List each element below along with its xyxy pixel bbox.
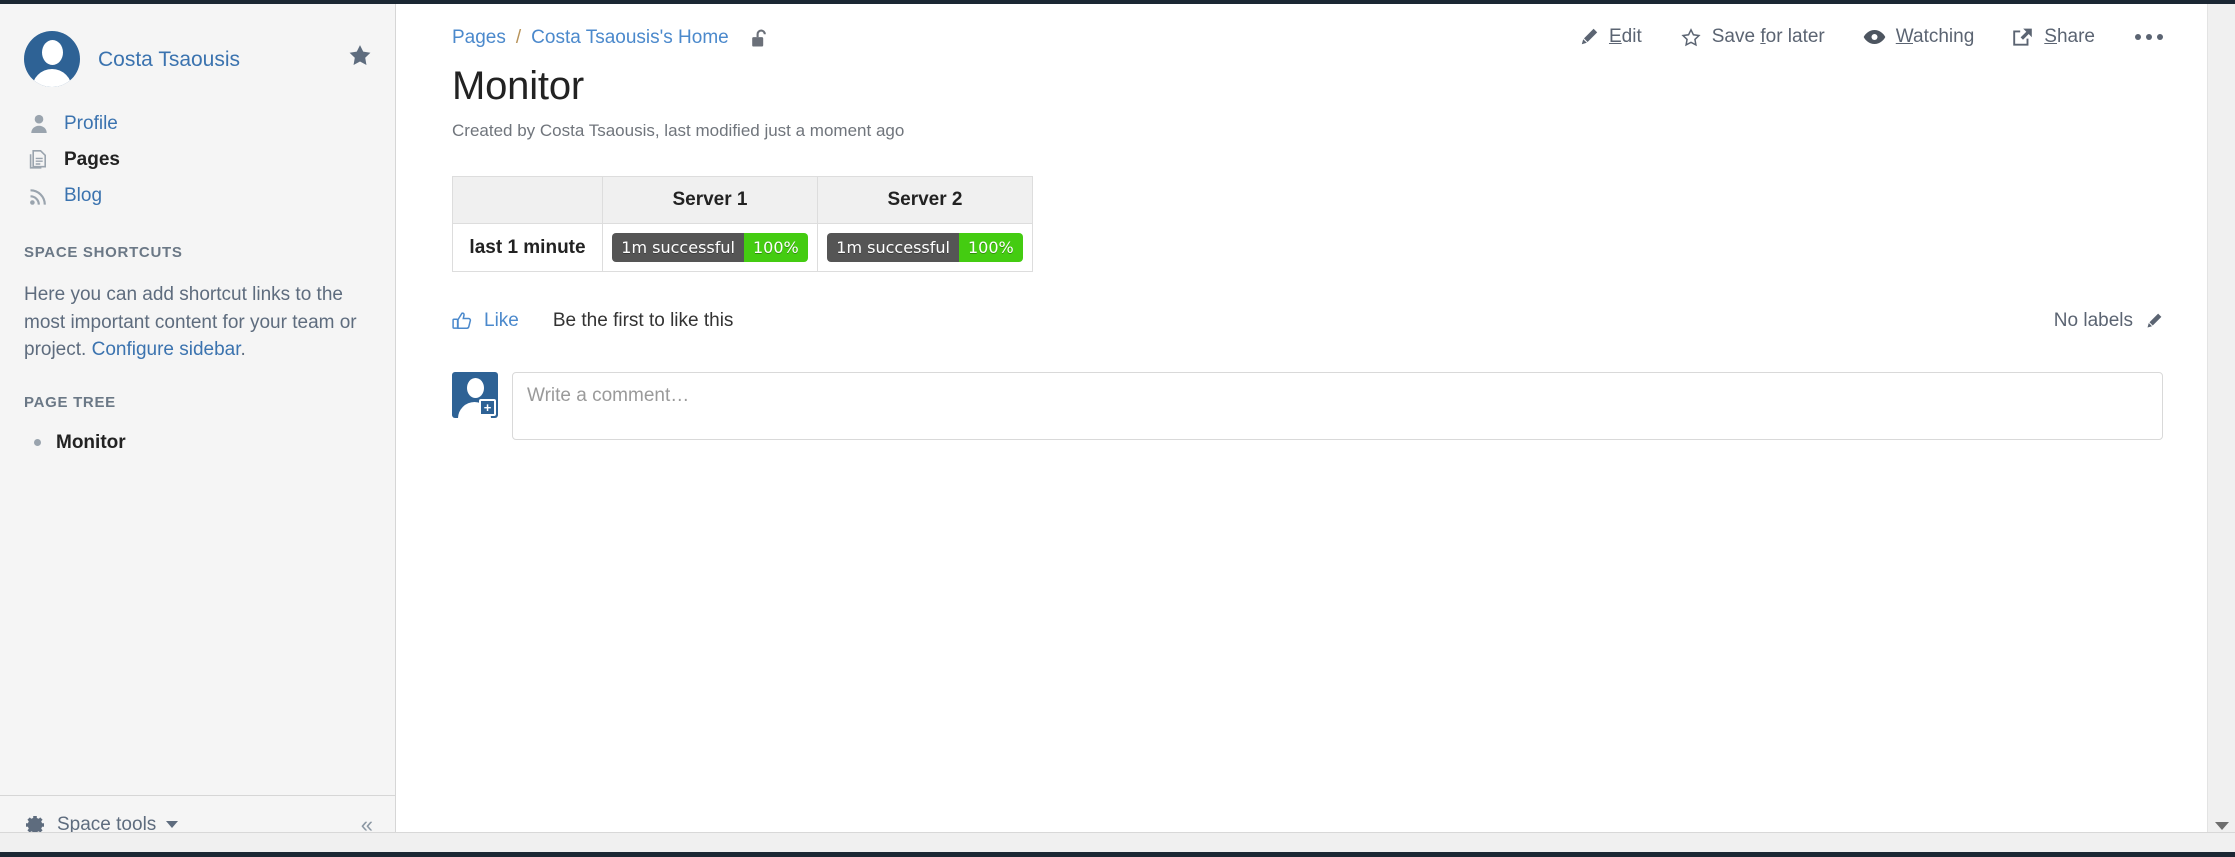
badge-value: 100% — [743, 233, 808, 262]
sidebar-item-label: Pages — [64, 149, 120, 170]
ellipsis-dot — [2157, 34, 2163, 40]
sidebar-item-pages[interactable]: Pages — [0, 142, 395, 178]
unlocked-padlock-icon[interactable] — [751, 28, 770, 49]
row-label-last-1-minute: last 1 minute — [452, 223, 603, 272]
status-badge: 1m successful 100% — [827, 233, 1023, 262]
sidebar-item-blog[interactable]: Blog — [0, 178, 395, 214]
table-header-blank — [452, 176, 603, 224]
eye-icon — [1863, 29, 1886, 45]
pencil-icon — [1579, 27, 1599, 47]
thumbs-up-icon — [452, 311, 473, 331]
save-rest: or later — [1765, 26, 1825, 47]
sidebar-header: Costa Tsaousis — [0, 4, 395, 90]
page-tree-item-label: Monitor — [56, 431, 126, 453]
cell-server-1: 1m successful 100% — [602, 223, 818, 272]
shortcuts-text-after: . — [240, 339, 246, 361]
user-avatar-round-icon — [24, 31, 80, 87]
table-header-server-1: Server 1 — [602, 176, 818, 224]
space-sidebar: Costa Tsaousis Profile Pages Blog SPACE … — [0, 4, 396, 852]
table-header-server-2: Server 2 — [817, 176, 1033, 224]
person-icon — [26, 113, 52, 135]
table-header-row: Server 1 Server 2 — [452, 176, 1033, 224]
table-row: last 1 minute 1m successful 100% 1m succ… — [452, 223, 1033, 272]
table-head: Server 1 Server 2 — [452, 176, 1033, 224]
vertical-scrollbar[interactable] — [2207, 4, 2235, 837]
sidebar-item-label: Blog — [64, 185, 103, 206]
like-label: Like — [484, 310, 519, 331]
save-pre: Save — [1711, 26, 1761, 47]
watching-button[interactable]: Watching — [1863, 26, 1975, 48]
more-actions-button[interactable] — [2135, 34, 2163, 40]
page-content: Pages / Costa Tsaousis's Home Monitor Cr… — [397, 4, 2207, 832]
save-for-later-label: Save for later — [1712, 26, 1825, 48]
ellipsis-dot — [2146, 34, 2152, 40]
space-shortcuts-description: Here you can add shortcut links to the m… — [24, 281, 371, 364]
user-avatar-square-add-icon: + — [452, 372, 498, 418]
edit-button[interactable]: Edit — [1579, 26, 1642, 48]
bullet-icon — [34, 439, 41, 447]
edit-accesskey: E — [1608, 26, 1622, 47]
comment-composer: + — [452, 372, 2207, 440]
share-button[interactable]: Share — [2012, 26, 2095, 48]
breadcrumb-item-home[interactable]: Costa Tsaousis's Home — [531, 27, 729, 49]
edit-rest: dit — [1621, 26, 1642, 47]
star-filled-icon[interactable] — [347, 43, 373, 76]
sidebar-nav: Profile Pages Blog — [0, 106, 395, 214]
comment-input[interactable] — [512, 372, 2163, 440]
sidebar-item-label: Profile — [64, 113, 118, 134]
table-body: last 1 minute 1m successful 100% 1m succ… — [452, 223, 1033, 272]
pencil-icon[interactable] — [2145, 312, 2163, 330]
badge-label: 1m successful — [827, 233, 959, 262]
sidebar-user-name[interactable]: Costa Tsaousis — [98, 49, 240, 70]
page-metadata: Created by Costa Tsaousis, last modified… — [452, 121, 905, 140]
configure-sidebar-link[interactable]: Configure sidebar — [92, 339, 241, 360]
breadcrumb-separator: / — [515, 27, 522, 48]
badge-value: 100% — [958, 233, 1023, 262]
horizontal-scrollbar-thumb[interactable] — [0, 835, 1560, 850]
page-tree-heading: PAGE TREE — [24, 393, 116, 411]
ellipsis-dot — [2135, 34, 2141, 40]
page-tree-item-monitor[interactable]: Monitor — [34, 429, 395, 457]
rss-icon — [26, 185, 52, 207]
status-badge: 1m successful 100% — [612, 233, 808, 262]
page-tree: Monitor — [34, 429, 395, 457]
breadcrumb-item-pages[interactable]: Pages — [452, 27, 506, 49]
space-shortcuts-heading: SPACE SHORTCUTS — [24, 244, 183, 261]
share-accesskey: S — [2044, 26, 2057, 47]
scroll-down-arrow-icon[interactable] — [2215, 822, 2229, 830]
pages-icon — [26, 149, 52, 171]
like-note: Be the first to like this — [552, 310, 734, 331]
avatar-add-badge: + — [479, 399, 496, 416]
share-label: Share — [2044, 26, 2095, 48]
watching-rest: atching — [1913, 26, 1975, 47]
cell-server-2: 1m successful 100% — [817, 223, 1033, 272]
share-rest: hare — [2056, 26, 2095, 47]
share-icon — [2012, 27, 2034, 47]
badge-label: 1m successful — [612, 233, 744, 262]
page-title: Monitor — [452, 64, 584, 108]
edit-label: Edit — [1609, 26, 1642, 48]
caret-down-icon — [166, 821, 179, 828]
like-button[interactable]: Like — [452, 310, 519, 332]
like-and-labels-bar: Like Be the first to like this No labels — [452, 310, 2207, 332]
labels-text: No labels — [2053, 310, 2133, 331]
watching-label: Watching — [1896, 26, 1975, 48]
page-actions-bar: Edit Save for later Watching Share — [1579, 26, 2163, 48]
watching-accesskey: W — [1895, 26, 1913, 47]
browser-viewport: Costa Tsaousis Profile Pages Blog SPACE … — [0, 0, 2235, 857]
monitor-table: Server 1 Server 2 last 1 minute 1m succe… — [452, 176, 1033, 272]
star-outline-icon — [1680, 27, 1702, 48]
sidebar-item-profile[interactable]: Profile — [0, 106, 395, 142]
save-for-later-button[interactable]: Save for later — [1680, 26, 1825, 48]
labels-section[interactable]: No labels — [2054, 310, 2163, 332]
horizontal-scrollbar[interactable] — [0, 832, 2235, 852]
